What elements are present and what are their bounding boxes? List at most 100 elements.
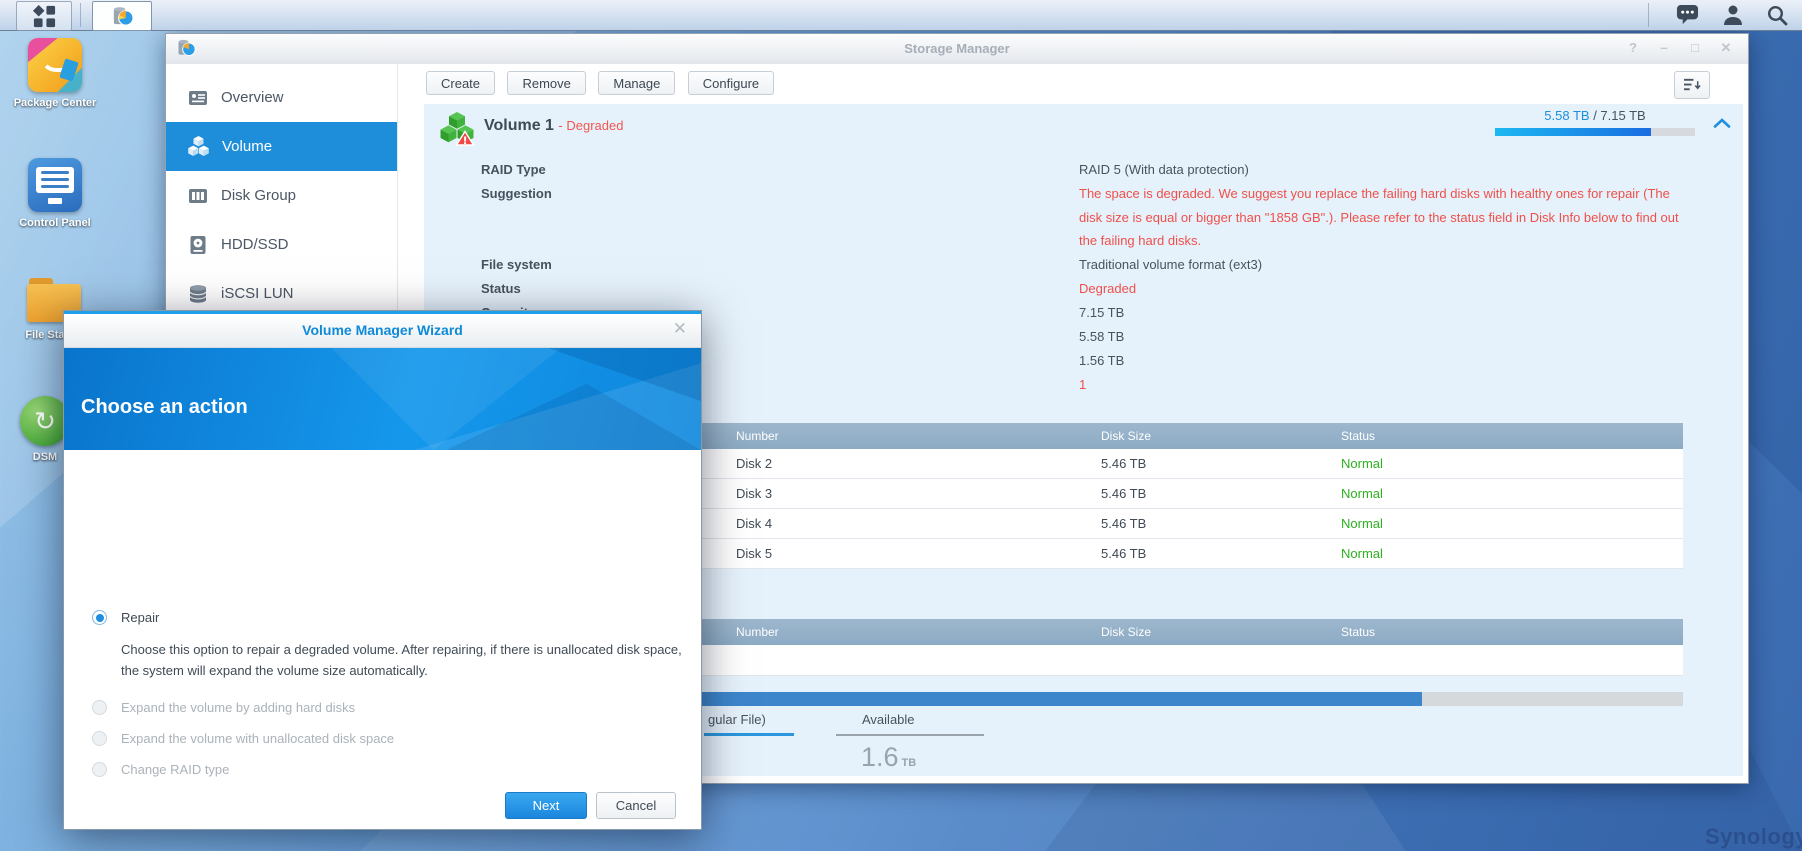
hdd-icon <box>188 235 208 255</box>
synology-watermark: Synology <box>1705 824 1802 850</box>
disk-status: Normal <box>1341 546 1683 561</box>
taskbar-divider <box>80 3 81 27</box>
view-options-button[interactable] <box>1674 71 1710 99</box>
tab-available[interactable]: Available <box>836 712 984 736</box>
sidebar-item-hdd-ssd[interactable]: HDD/SSD <box>166 220 397 269</box>
volume-cubes-icon <box>188 136 209 157</box>
notifications-icon[interactable] <box>1675 4 1700 27</box>
option-change-raid-type: Change RAID type <box>92 762 677 778</box>
taskbar-right <box>1648 0 1788 30</box>
dialog-title: Volume Manager Wizard <box>64 322 701 338</box>
volume-manager-wizard-dialog: Volume Manager Wizard ✕ Choose an action… <box>63 310 702 830</box>
maximize-button[interactable]: □ <box>1687 40 1703 56</box>
column-status: Status <box>1341 429 1683 443</box>
option-label: Repair <box>121 610 159 626</box>
volume-title: Volume 1 - Degraded <box>484 117 623 135</box>
detail-value: RAID 5 (With data protection) <box>1079 158 1691 182</box>
volume-degraded-label: - Degraded <box>558 118 623 133</box>
detail-value: 1.56 TB <box>1079 349 1691 373</box>
taskbar <box>0 0 1802 31</box>
usage-bar-fill <box>1495 128 1651 136</box>
sidebar-item-label: iSCSI LUN <box>221 285 294 302</box>
detail-row: RAID TypeRAID 5 (With data protection) <box>481 158 1743 182</box>
disk-status: Normal <box>1341 486 1683 501</box>
sidebar-item-label: Volume <box>222 138 272 155</box>
column-disk-size: Disk Size <box>1101 429 1341 443</box>
detail-value: 5.58 TB <box>1079 325 1691 349</box>
main-menu-icon <box>32 4 57 29</box>
next-button[interactable]: Next <box>505 792 587 819</box>
repair-description: Choose this option to repair a degraded … <box>121 640 696 681</box>
list-sort-icon <box>1684 78 1701 92</box>
window-titlebar[interactable]: Storage Manager ? – □ ✕ <box>166 34 1748 65</box>
total-space: 7.15 TB <box>1600 108 1645 123</box>
sidebar-item-label: HDD/SSD <box>221 236 289 253</box>
dialog-banner: Choose an action <box>64 348 701 450</box>
user-account-icon[interactable] <box>1722 4 1744 26</box>
sidebar-item-label: Disk Group <box>221 187 296 204</box>
remove-button[interactable]: Remove <box>507 71 585 95</box>
detail-label: Suggestion <box>481 182 1079 253</box>
detail-label: Status <box>481 277 1079 301</box>
detail-value: Traditional volume format (ext3) <box>1079 253 1691 277</box>
status-value: Degraded <box>1079 277 1691 301</box>
main-menu-button[interactable] <box>16 1 72 31</box>
available-amount: 1.6 <box>861 742 899 772</box>
option-label: Expand the volume with unallocated disk … <box>121 731 394 747</box>
sidebar-item-volume[interactable]: Volume <box>166 122 397 171</box>
dialog-titlebar[interactable]: Volume Manager Wizard ✕ <box>64 314 701 348</box>
column-disk-size: Disk Size <box>1101 625 1341 639</box>
desktop-icon-package-center[interactable]: Package Center <box>10 38 100 110</box>
configure-button[interactable]: Configure <box>688 71 774 95</box>
search-icon[interactable] <box>1766 4 1788 26</box>
volume-usage-text: 5.58 TB / 7.15 TB <box>1495 108 1695 123</box>
taskbar-divider <box>1648 3 1649 27</box>
overview-icon <box>188 88 208 108</box>
option-label: Change RAID type <box>121 762 229 778</box>
volume-header[interactable]: Volume 1 - Degraded 5.58 TB / 7.15 TB <box>424 104 1743 151</box>
option-repair[interactable]: Repair <box>92 610 677 626</box>
window-controls: ? – □ ✕ <box>1625 40 1734 56</box>
window-title: Storage Manager <box>166 41 1748 56</box>
toolbar: Create Remove Manage Configure <box>398 64 1748 104</box>
detail-row: File systemTraditional volume format (ex… <box>481 253 1743 277</box>
close-button[interactable]: ✕ <box>1718 40 1734 56</box>
dialog-body: Repair Choose this option to repair a de… <box>64 450 701 830</box>
disk-status: Normal <box>1341 516 1683 531</box>
option-expand-adding-disks: Expand the volume by adding hard disks <box>92 700 677 716</box>
dialog-heading: Choose an action <box>81 396 248 419</box>
volume-name: Volume 1 <box>484 117 554 134</box>
available-value: 1.6TB <box>861 742 916 773</box>
sidebar-item-overview[interactable]: Overview <box>166 73 397 122</box>
desktop-icon-control-panel[interactable]: Control Panel <box>10 158 100 230</box>
help-button[interactable]: ? <box>1625 40 1641 56</box>
detail-value: 7.15 TB <box>1079 301 1691 325</box>
collapse-chevron-icon[interactable] <box>1712 116 1732 134</box>
used-space: 5.58 TB <box>1544 108 1589 123</box>
radio-selected-icon[interactable] <box>92 610 107 625</box>
control-panel-icon <box>28 158 82 212</box>
detail-row: SuggestionThe space is degraded. We sugg… <box>481 182 1743 253</box>
available-unit: TB <box>902 757 917 769</box>
iscsi-lun-icon <box>188 284 208 304</box>
create-button[interactable]: Create <box>426 71 495 95</box>
manage-button[interactable]: Manage <box>598 71 675 95</box>
disk-group-icon <box>188 186 208 206</box>
tab-regular-file[interactable]: gular File) <box>704 712 794 736</box>
suggestion-text: The space is degraded. We suggest you re… <box>1079 182 1691 253</box>
option-label: Expand the volume by adding hard disks <box>121 700 355 716</box>
detail-value: 1 <box>1079 373 1691 397</box>
detail-label: RAID Type <box>481 158 1079 182</box>
volume-status-icon <box>439 110 475 151</box>
detail-row: StatusDegraded <box>481 277 1743 301</box>
radio-disabled-icon <box>92 700 107 715</box>
desktop-icon-label: Package Center <box>10 97 100 110</box>
disk-status: Normal <box>1341 456 1683 471</box>
minimize-button[interactable]: – <box>1656 40 1672 56</box>
dialog-close-icon[interactable]: ✕ <box>673 319 687 339</box>
cancel-button[interactable]: Cancel <box>596 792 676 819</box>
taskbar-storage-manager-button[interactable] <box>92 1 152 31</box>
sidebar-item-disk-group[interactable]: Disk Group <box>166 171 397 220</box>
detail-label: File system <box>481 253 1079 277</box>
usage-bar <box>1495 128 1695 136</box>
